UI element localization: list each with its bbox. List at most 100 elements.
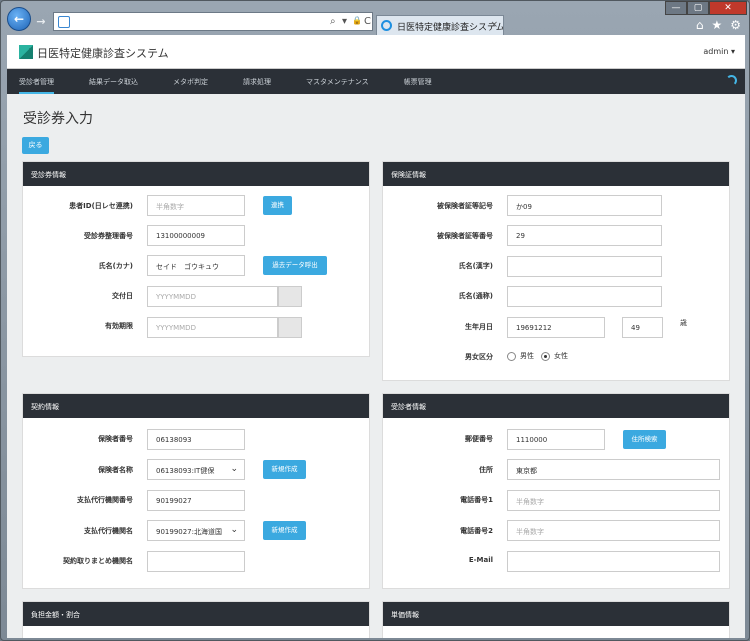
- insurance-number-label: 被保険者証等番号: [437, 232, 493, 240]
- app-header: 日医特定健康診査システム admin ▾: [7, 35, 745, 69]
- address-input[interactable]: 東京都: [507, 459, 720, 480]
- radio-male-icon: [507, 351, 516, 361]
- burden-panel: 負担金額・割合: [22, 601, 370, 638]
- user-menu[interactable]: admin ▾: [703, 47, 735, 56]
- address-bar[interactable]: ⌕ ▾ 🔒 C: [53, 12, 373, 31]
- lock-icon: 🔒: [352, 16, 362, 25]
- gear-icon[interactable]: ⚙: [730, 18, 741, 32]
- age-unit: 歳: [680, 319, 687, 327]
- back-arrow-icon: ←: [13, 12, 25, 26]
- new-insurer-button[interactable]: 新規作成: [263, 460, 306, 479]
- examinee-info-panel: 受診者情報 郵便番号 1110000 住所検索 住所 東京都 電話番号1 半角数…: [382, 393, 730, 589]
- birth-date-input[interactable]: 19691212: [507, 317, 605, 338]
- summary-org-input[interactable]: [147, 551, 245, 572]
- tab-close-icon[interactable]: ×: [490, 20, 498, 30]
- agency-name-value: 90199027:北海道国: [156, 528, 222, 536]
- expiry-input[interactable]: YYYYMMDD: [147, 317, 278, 338]
- sex-male-radio[interactable]: 男性: [507, 351, 534, 361]
- window-controls: — ▢ ✕: [665, 1, 747, 15]
- loading-spinner-icon: [726, 75, 737, 86]
- insurer-name-label: 保険者名称: [98, 466, 133, 474]
- ie-icon: [381, 20, 392, 31]
- agency-no-label: 支払代行機関番号: [77, 496, 133, 504]
- insurer-no-input[interactable]: 06138093: [147, 429, 245, 450]
- browser-tools: ⌂ ★ ⚙: [696, 18, 741, 32]
- forward-arrow-icon: →: [36, 14, 46, 28]
- agency-name-select[interactable]: 90199027:北海道国 ⌄: [147, 520, 245, 541]
- dropdown-icon[interactable]: ▾: [342, 16, 347, 27]
- issue-date-calendar-button[interactable]: [278, 286, 302, 307]
- search-icon[interactable]: ⌕: [330, 16, 336, 27]
- phone1-label: 電話番号1: [460, 496, 493, 504]
- insurance-symbol-label: 被保険者証等記号: [437, 202, 493, 210]
- minimize-button[interactable]: —: [665, 1, 687, 15]
- menu-item-reports[interactable]: 帳票管理: [404, 69, 432, 94]
- ticket-no-label: 受診券整理番号: [84, 232, 133, 240]
- agency-name-label: 支払代行機関名: [84, 527, 133, 535]
- name-kana-label: 氏名(カナ): [98, 262, 133, 270]
- browser-tab[interactable]: 日医特定健康診査システム ×: [376, 15, 504, 35]
- back-page-button[interactable]: 戻る: [22, 137, 49, 154]
- menu-item-metabo[interactable]: メタボ判定: [173, 69, 208, 94]
- name-kana-input[interactable]: セイド ゴウキュウ: [147, 255, 245, 276]
- expiry-label: 有効期限: [105, 322, 133, 330]
- close-window-button[interactable]: ✕: [709, 1, 747, 15]
- web-page: 日医特定健康診査システム admin ▾ 受診者管理 結果データ取込 メタボ判定…: [7, 35, 745, 638]
- agency-no-input[interactable]: 90199027: [147, 490, 245, 511]
- radio-female-icon: [541, 351, 550, 361]
- link-button[interactable]: 連携: [263, 196, 292, 215]
- contract-info-header: 契約情報: [23, 394, 369, 418]
- patient-id-label: 患者ID(日レセ連携): [69, 202, 133, 210]
- refresh-icon[interactable]: C: [364, 16, 371, 27]
- issue-date-label: 交付日: [112, 292, 133, 300]
- patient-id-input[interactable]: 半角数字: [147, 195, 245, 216]
- sex-female-radio[interactable]: 女性: [541, 351, 568, 361]
- age-input[interactable]: 49: [622, 317, 663, 338]
- unit-price-header: 単価情報: [383, 602, 729, 626]
- star-icon[interactable]: ★: [711, 18, 722, 32]
- ticket-info-panel: 受診券情報 患者ID(日レセ連携) 半角数字 連携 受診券整理番号 131000…: [22, 161, 370, 357]
- forward-button[interactable]: →: [34, 14, 48, 28]
- maximize-button[interactable]: ▢: [687, 1, 709, 15]
- main-menu: 受診者管理 結果データ取込 メタボ判定 請求処理 マスタメンテナンス 帳票管理: [7, 69, 745, 94]
- name-roman-label: 氏名(通称): [458, 292, 493, 300]
- chevron-down-icon: ⌄: [230, 525, 238, 535]
- home-icon[interactable]: ⌂: [696, 18, 704, 32]
- browser-chrome: ← → ⌕ ▾ 🔒 C 日医特定健康診査システム × — ▢ ✕ ⌂ ★ ⚙: [1, 1, 749, 35]
- unit-price-panel: 単価情報: [382, 601, 730, 638]
- contract-info-panel: 契約情報 保険者番号 06138093 保険者名称 06138093:IT健保 ⌄…: [22, 393, 370, 589]
- insurer-name-select[interactable]: 06138093:IT健保 ⌄: [147, 459, 245, 480]
- phone1-input[interactable]: 半角数字: [507, 490, 720, 511]
- page-title: 受診券入力: [23, 111, 93, 127]
- birth-date-label: 生年月日: [465, 323, 493, 331]
- expiry-calendar-button[interactable]: [278, 317, 302, 338]
- name-kanji-label: 氏名(漢字): [458, 262, 493, 270]
- ticket-info-header: 受診券情報: [23, 162, 369, 186]
- menu-item-examinee[interactable]: 受診者管理: [19, 69, 54, 94]
- back-button[interactable]: ←: [7, 7, 31, 31]
- sex-female-text: 女性: [554, 352, 568, 360]
- app-logo-icon: [19, 45, 33, 59]
- insurance-symbol-input[interactable]: か09: [507, 195, 662, 216]
- new-agency-button[interactable]: 新規作成: [263, 521, 306, 540]
- menu-item-billing[interactable]: 請求処理: [243, 69, 271, 94]
- email-input[interactable]: [507, 551, 720, 572]
- address-label: 住所: [479, 466, 493, 474]
- past-data-button[interactable]: 過去データ呼出: [263, 256, 327, 275]
- menu-item-import[interactable]: 結果データ取込: [89, 69, 138, 94]
- name-roman-input[interactable]: [507, 286, 662, 307]
- insurer-name-value: 06138093:IT健保: [156, 467, 215, 475]
- name-kanji-input[interactable]: [507, 256, 662, 277]
- browser-window: ← → ⌕ ▾ 🔒 C 日医特定健康診査システム × — ▢ ✕ ⌂ ★ ⚙ 日…: [0, 0, 750, 641]
- zip-input[interactable]: 1110000: [507, 429, 605, 450]
- insurance-number-input[interactable]: 29: [507, 225, 662, 246]
- issue-date-input[interactable]: YYYYMMDD: [147, 286, 278, 307]
- address-search-button[interactable]: 住所検索: [623, 430, 666, 449]
- ticket-no-input[interactable]: 13100000009: [147, 225, 245, 246]
- insurer-no-label: 保険者番号: [98, 435, 133, 443]
- menu-item-master[interactable]: マスタメンテナンス: [306, 69, 369, 94]
- zip-label: 郵便番号: [465, 435, 493, 443]
- phone2-input[interactable]: 半角数字: [507, 520, 720, 541]
- page-favicon-icon: [58, 16, 70, 28]
- burden-header: 負担金額・割合: [23, 602, 369, 626]
